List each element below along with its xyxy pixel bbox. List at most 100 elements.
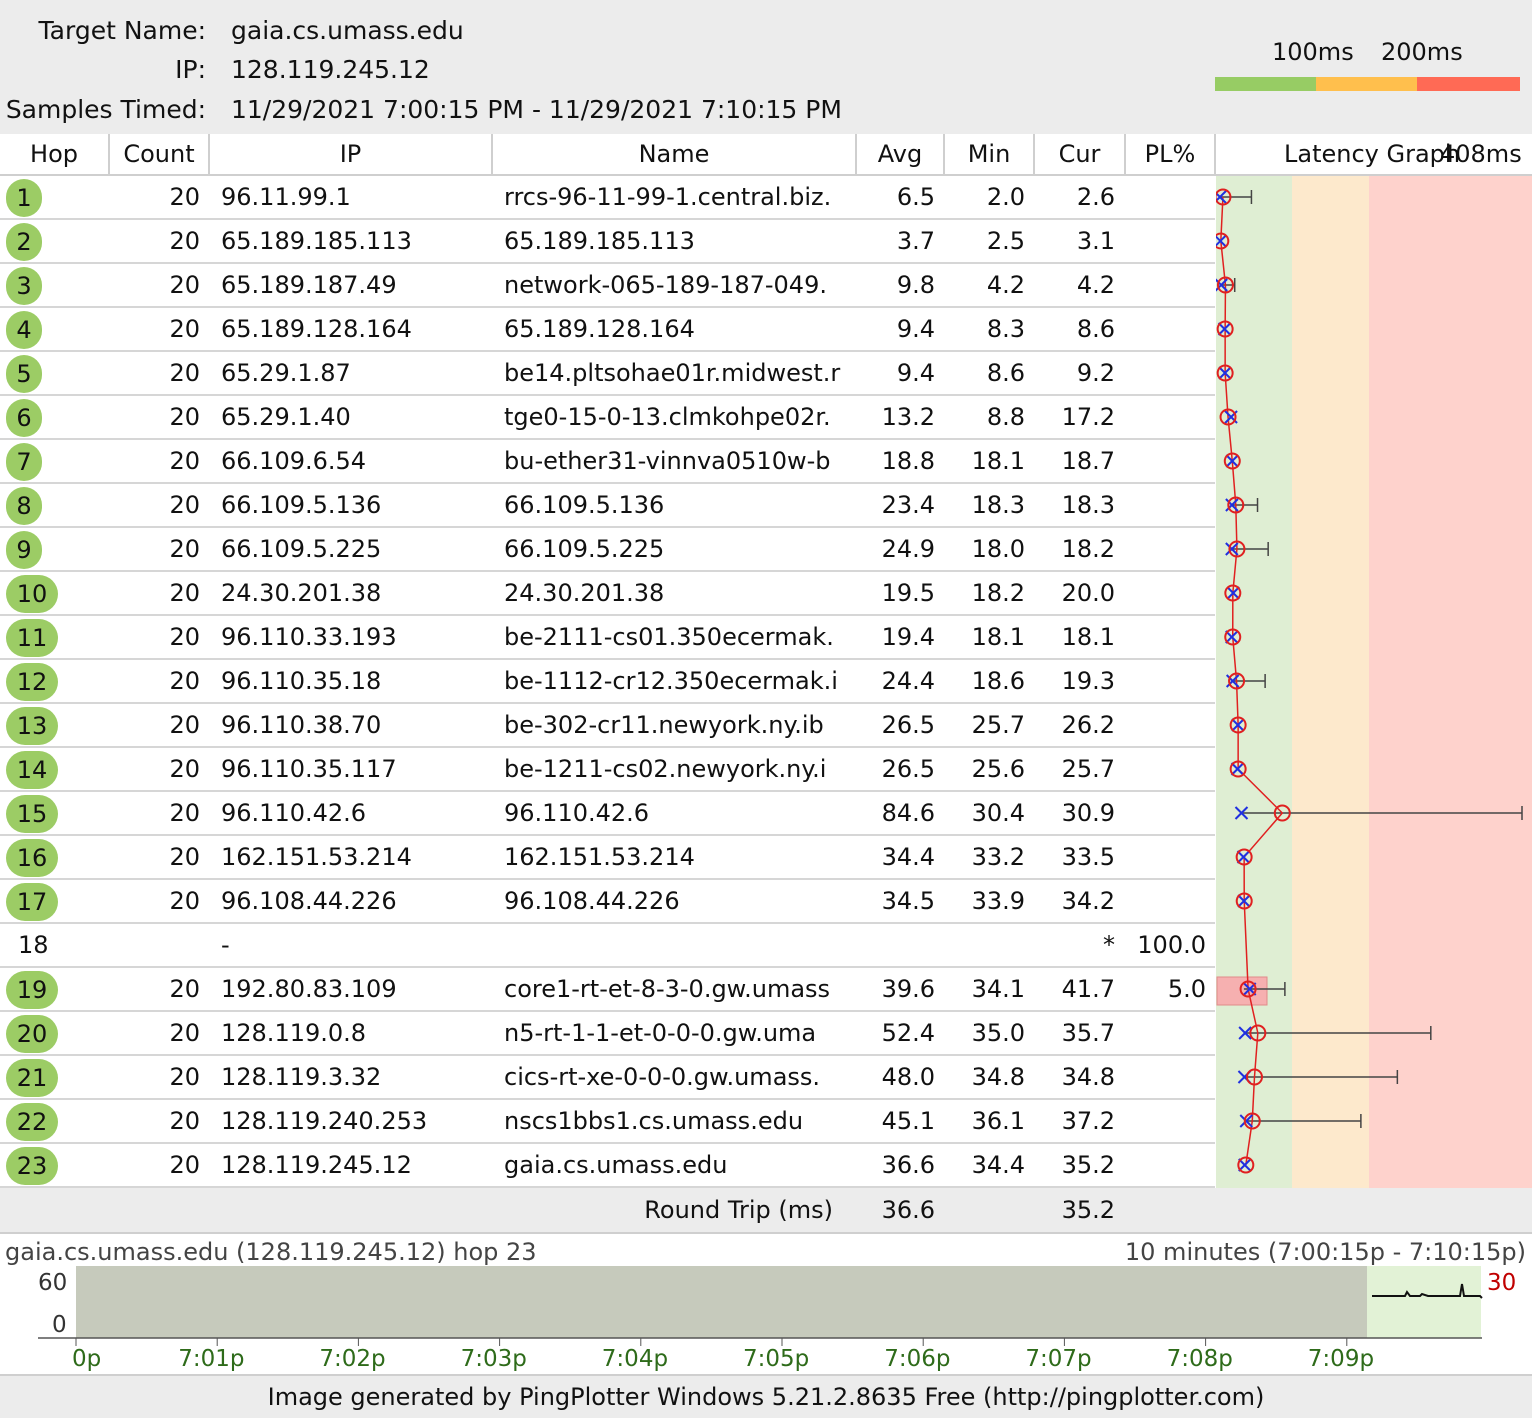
name-cell xyxy=(504,924,854,966)
round-trip-avg: 36.6 xyxy=(881,1196,935,1224)
zone-warn xyxy=(1292,176,1369,1188)
hop-badge: 3 xyxy=(6,267,42,305)
pl-cell: 5.0 xyxy=(1167,975,1206,1003)
ip-cell: 66.109.6.54 xyxy=(221,447,367,475)
table-row[interactable]: 7 20 66.109.6.54 bu-ether31-vinnva0510w-b 18… xyxy=(0,440,1215,484)
table-row[interactable]: 2 20 65.189.185.113 65.189.185.113 3.7 2.5 3.1 xyxy=(0,220,1215,264)
hop-badge: 16 xyxy=(6,839,58,877)
avg-cell: 26.5 xyxy=(881,755,935,783)
name-cell: be-1211-cs02.newyork.ny.i xyxy=(504,755,827,783)
table-row[interactable]: 16 20 162.151.53.214 162.151.53.214 34.4 33.2… xyxy=(0,836,1215,880)
cur-cell: 8.6 xyxy=(1076,315,1115,343)
table-row[interactable]: 8 20 66.109.5.136 66.109.5.136 23.4 18.3 18.3 xyxy=(0,484,1215,528)
count-cell: 20 xyxy=(169,359,200,387)
ip-cell: 96.108.44.226 xyxy=(221,887,397,915)
avg-cell: 45.1 xyxy=(881,1107,935,1135)
ip-label: IP: xyxy=(175,55,206,84)
table-row[interactable]: 23 20 128.119.245.12 gaia.cs.umass.edu 36.6 3… xyxy=(0,1144,1215,1188)
ip-cell: - xyxy=(221,931,230,959)
avg-cell: 48.0 xyxy=(881,1063,935,1091)
min-cell: 4.2 xyxy=(986,271,1025,299)
avg-cell: 18.8 xyxy=(881,447,935,475)
avg-cell: 34.4 xyxy=(881,843,935,871)
cur-cell: 2.6 xyxy=(1076,183,1115,211)
table-row[interactable]: 14 20 96.110.35.117 be-1211-cs02.newyork.ny… xyxy=(0,748,1215,792)
table-row[interactable]: 6 20 65.29.1.40 tge0-15-0-13.clmkohpe02r. 13… xyxy=(0,396,1215,440)
name-cell: 96.108.44.226 xyxy=(504,887,680,915)
cur-cell: 33.5 xyxy=(1061,843,1115,871)
name-cell: 96.110.42.6 xyxy=(504,799,650,827)
ip-cell: 96.110.38.70 xyxy=(221,711,382,739)
pl-cell xyxy=(1126,616,1206,658)
name-cell: 162.151.53.214 xyxy=(504,843,695,871)
table-row[interactable]: 9 20 66.109.5.225 66.109.5.225 24.9 18.0 18.2 xyxy=(0,528,1215,572)
cur-cell: 3.1 xyxy=(1076,227,1115,255)
ip-cell: 65.189.185.113 xyxy=(221,227,412,255)
table-row[interactable]: 1 20 96.11.99.1 rrcs-96-11-99-1.central.biz… xyxy=(0,176,1215,220)
ip-cell: 128.119.3.32 xyxy=(221,1063,382,1091)
col-avg[interactable]: Avg xyxy=(857,134,945,174)
ip-cell: 66.109.5.136 xyxy=(221,491,382,519)
avg-cell: 24.9 xyxy=(881,535,935,563)
hop-badge: 23 xyxy=(6,1147,58,1185)
table-row[interactable]: 3 20 65.189.187.49 network-065-189-187-049.… xyxy=(0,264,1215,308)
col-count[interactable]: Count xyxy=(110,134,210,174)
table-row[interactable]: 18 - * 100.0 xyxy=(0,924,1215,968)
count-cell: 20 xyxy=(169,667,200,695)
round-trip-row: Round Trip (ms) 36.6 35.2 xyxy=(0,1188,1532,1232)
table-row[interactable]: 17 20 96.108.44.226 96.108.44.226 34.5 33.9 34… xyxy=(0,880,1215,924)
name-cell: n5-rt-1-1-et-0-0-0.gw.uma xyxy=(504,1019,817,1047)
table-row[interactable]: 5 20 65.29.1.87 be14.pltsohae01r.midwest.r 9… xyxy=(0,352,1215,396)
name-cell: nscs1bbs1.cs.umass.edu xyxy=(504,1107,804,1135)
hop-badge: 10 xyxy=(6,575,58,613)
min-cell: 30.4 xyxy=(971,799,1025,827)
min-cell: 25.6 xyxy=(971,755,1025,783)
col-name[interactable]: Name xyxy=(493,134,857,174)
col-ip[interactable]: IP xyxy=(210,134,493,174)
avg-cell: 9.4 xyxy=(896,359,935,387)
cur-cell: 18.7 xyxy=(1061,447,1115,475)
table-row[interactable]: 10 20 24.30.201.38 24.30.201.38 19.5 18.2 20.0 xyxy=(0,572,1215,616)
avg-cell: 19.5 xyxy=(881,579,935,607)
cur-cell: 18.3 xyxy=(1061,491,1115,519)
count-cell: 20 xyxy=(169,183,200,211)
table-row[interactable]: 19 20 192.80.83.109 core1-rt-et-8-3-0.gw.um… xyxy=(0,968,1215,1012)
table-row[interactable]: 15 20 96.110.42.6 96.110.42.6 84.6 30.4 30.9 xyxy=(0,792,1215,836)
table-row[interactable]: 13 20 96.110.38.70 be-302-cr11.newyork.ny.i… xyxy=(0,704,1215,748)
cur-cell: 26.2 xyxy=(1061,711,1115,739)
ip-cell: 65.29.1.40 xyxy=(221,403,351,431)
col-pl[interactable]: PL% xyxy=(1126,134,1216,174)
col-min[interactable]: Min xyxy=(945,134,1035,174)
name-cell: cics-rt-xe-0-0-0.gw.umass. xyxy=(504,1063,821,1091)
zone-good xyxy=(1216,176,1292,1188)
table-row[interactable]: 21 20 128.119.3.32 cics-rt-xe-0-0-0.gw.umas… xyxy=(0,1056,1215,1100)
timeline-chart[interactable]: 0p 7:01p 7:02p 7:03p 7:04p 7:05p 7:06p 7:07p 7:0… xyxy=(0,1232,1532,1374)
latency-graph-title: Latency Graph xyxy=(1284,140,1461,168)
table-row[interactable]: 4 20 65.189.128.164 65.189.128.164 9.4 8.3 8.6 xyxy=(0,308,1215,352)
ip-cell: 128.119.240.253 xyxy=(221,1107,428,1135)
table-row[interactable]: 20 20 128.119.0.8 n5-rt-1-1-et-0-0-0.gw.uma… xyxy=(0,1012,1215,1056)
min-cell: 34.1 xyxy=(971,975,1025,1003)
min-cell: 2.5 xyxy=(986,227,1025,255)
avg-cell: 9.4 xyxy=(896,315,935,343)
timeline-tick-label: 0p xyxy=(72,1346,101,1372)
name-cell: be14.pltsohae01r.midwest.r xyxy=(504,359,841,387)
table-row[interactable]: 22 20 128.119.240.253 nscs1bbs1.cs.umass.ed… xyxy=(0,1100,1215,1144)
table-row[interactable]: 11 20 96.110.33.193 be-2111-cs01.350ecermak… xyxy=(0,616,1215,660)
timeline-tick-label: 7:03p xyxy=(461,1346,527,1372)
timeline-tick-label: 7:04p xyxy=(602,1346,668,1372)
min-cell: 18.3 xyxy=(971,491,1025,519)
count-cell: 20 xyxy=(169,623,200,651)
cur-cell: 20.0 xyxy=(1061,579,1115,607)
avg-cell: 52.4 xyxy=(881,1019,935,1047)
col-hop[interactable]: Hop xyxy=(0,134,110,174)
name-cell: bu-ether31-vinnva0510w-b xyxy=(504,447,831,475)
avg-cell: 3.7 xyxy=(896,227,935,255)
min-cell: 25.7 xyxy=(971,711,1025,739)
hop-badge: 5 xyxy=(6,355,42,393)
count-cell: 20 xyxy=(169,843,200,871)
table-row[interactable]: 12 20 96.110.35.18 be-1112-cr12.350ecermak.… xyxy=(0,660,1215,704)
pl-cell xyxy=(1126,220,1206,262)
hop-badge: 12 xyxy=(6,663,58,701)
col-cur[interactable]: Cur xyxy=(1035,134,1126,174)
